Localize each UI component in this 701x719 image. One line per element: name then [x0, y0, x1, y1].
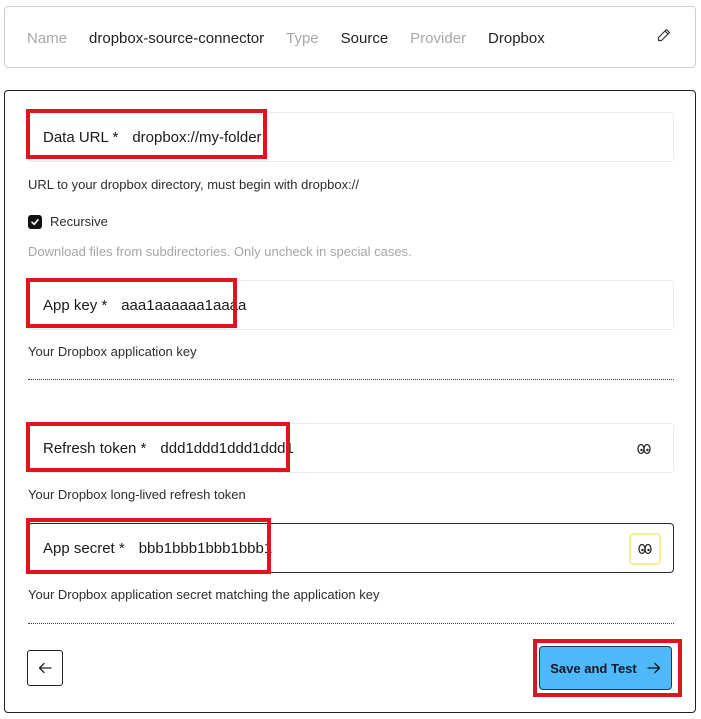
- pencil-icon: [657, 28, 671, 42]
- data-url-input[interactable]: [132, 122, 673, 152]
- app-secret-label: App secret *: [43, 539, 125, 557]
- app-key-input[interactable]: [121, 290, 673, 320]
- connector-summary: Name dropbox-source-connector Type Sourc…: [4, 6, 696, 68]
- data-url-helper: URL to your dropbox directory, must begi…: [28, 177, 359, 192]
- name-value: dropbox-source-connector: [89, 29, 265, 47]
- summary-row: Name dropbox-source-connector Type Sourc…: [27, 7, 567, 69]
- save-and-test-label: Save and Test: [550, 660, 637, 676]
- app-key-helper: Your Dropbox application key: [28, 344, 197, 359]
- arrow-right-icon: [647, 662, 661, 674]
- refresh-token-input[interactable]: [160, 433, 673, 463]
- connector-form: Data URL * URL to your dropbox directory…: [4, 90, 696, 713]
- section-divider: [28, 379, 674, 380]
- refresh-token-label: Refresh token *: [43, 439, 147, 457]
- actions-divider: [28, 623, 674, 624]
- data-url-field[interactable]: Data URL *: [28, 112, 674, 162]
- app-key-field[interactable]: App key *: [28, 280, 674, 330]
- eye-icon: [637, 443, 651, 455]
- edit-button[interactable]: [657, 28, 675, 46]
- app-secret-field[interactable]: App secret *: [28, 523, 674, 573]
- app-key-label: App key *: [43, 296, 108, 314]
- provider-label: Provider: [410, 29, 467, 47]
- recursive-row: Recursive: [28, 214, 108, 229]
- data-url-label: Data URL *: [43, 128, 119, 146]
- reveal-refresh-token-button[interactable]: [629, 435, 659, 463]
- provider-value: Dropbox: [488, 29, 545, 47]
- reveal-app-secret-button[interactable]: [629, 533, 661, 565]
- type-label: Type: [286, 29, 319, 47]
- check-icon: [31, 218, 39, 225]
- app-secret-input[interactable]: [138, 533, 673, 563]
- save-and-test-button[interactable]: Save and Test: [539, 646, 672, 690]
- recursive-helper: Download files from subdirectories. Only…: [28, 244, 412, 259]
- name-label: Name: [27, 29, 68, 47]
- recursive-label: Recursive: [50, 214, 108, 229]
- recursive-checkbox[interactable]: [28, 214, 42, 229]
- refresh-token-field[interactable]: Refresh token *: [28, 423, 674, 473]
- type-value: Source: [340, 29, 389, 47]
- refresh-token-helper: Your Dropbox long-lived refresh token: [28, 487, 246, 502]
- app-secret-helper: Your Dropbox application secret matching…: [28, 587, 380, 602]
- back-button[interactable]: [27, 650, 63, 686]
- arrow-left-icon: [38, 662, 52, 674]
- eye-icon: [638, 543, 652, 555]
